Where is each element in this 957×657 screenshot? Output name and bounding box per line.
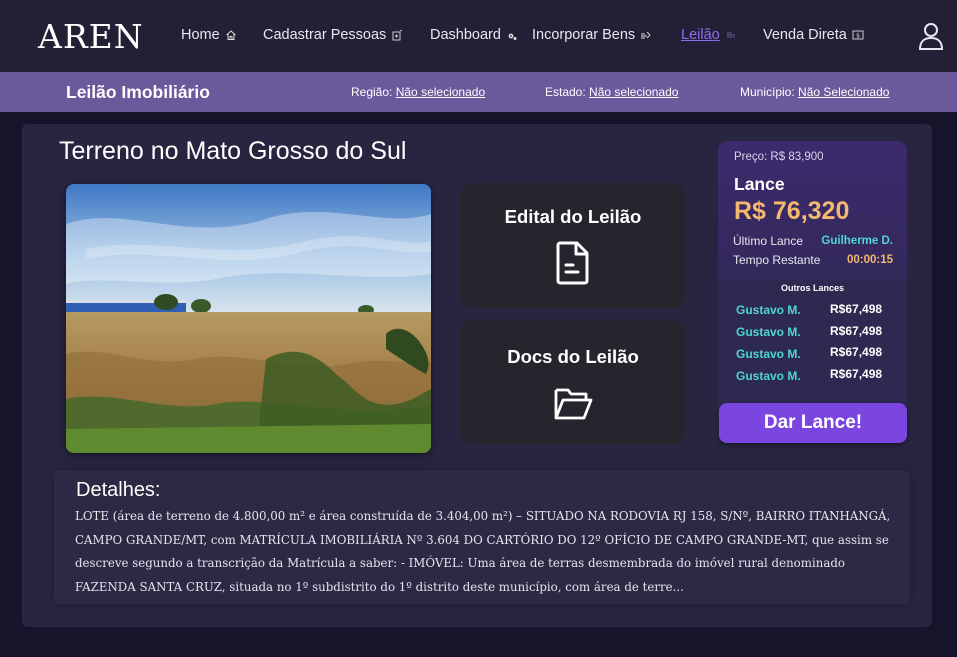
filter-regiao[interactable]: Região: Não selecionado — [351, 85, 485, 99]
nav-leilao-label: Leilão — [681, 27, 720, 43]
gavel-icon — [725, 29, 737, 41]
time-remaining-value: 00:00:15 — [846, 254, 893, 266]
nav-incorporar-bens-label: Incorporar Bens — [532, 27, 636, 43]
filter-regiao-label: Região: — [351, 85, 393, 99]
other-bid-value: R$67,498 — [830, 367, 883, 381]
last-bidder-name: Guilherme D. — [821, 235, 893, 247]
filter-municipio-value[interactable]: Não Selecionado — [798, 85, 889, 99]
edital-leilao-button[interactable]: Edital do Leilão — [460, 183, 686, 308]
last-bid-label: Último Lance — [733, 234, 804, 248]
bid-current-amount: R$ 76,320 — [734, 197, 850, 225]
svg-text:$: $ — [856, 32, 860, 39]
document-icon — [556, 241, 590, 290]
hand-coin-icon — [640, 29, 652, 41]
aren-logo[interactable]: AREN — [38, 17, 144, 56]
top-navbar: AREN Home Cadastrar Pessoas Dashboard In… — [0, 0, 957, 72]
bid-price: Preço: R$ 83,900 — [734, 151, 824, 163]
dollar-box-icon: $ — [852, 29, 864, 41]
other-bid-value: R$67,498 — [830, 324, 883, 338]
filter-estado-value[interactable]: Não selecionado — [589, 85, 678, 99]
details-section: Detalhes: LOTE (área de terreno de 4.800… — [54, 470, 910, 604]
property-title: Terreno no Mato Grosso do Sul — [59, 137, 407, 165]
other-bid-name: Gustavo M. — [736, 303, 801, 317]
property-photo[interactable] — [66, 184, 431, 453]
time-remaining-label: Tempo Restante — [733, 253, 821, 267]
user-icon[interactable] — [918, 22, 944, 50]
docs-leilao-button[interactable]: Docs do Leilão — [460, 320, 686, 444]
filter-estado-label: Estado: — [545, 85, 586, 99]
subnav-title: Leilão Imobiliário — [66, 82, 210, 102]
place-bid-button[interactable]: Dar Lance! — [719, 403, 907, 443]
filter-regiao-value[interactable]: Não selecionado — [396, 85, 485, 99]
other-bid-name: Gustavo M. — [736, 347, 801, 361]
other-bids-title: Outros Lances — [780, 283, 845, 293]
person-add-icon — [391, 29, 403, 41]
nav-venda-direta[interactable]: Venda Direta $ — [763, 27, 864, 43]
other-bid-name: Gustavo M. — [736, 369, 801, 383]
filter-municipio[interactable]: Município: Não Selecionado — [740, 85, 889, 99]
nav-incorporar-bens[interactable]: Incorporar Bens — [532, 27, 652, 43]
edital-leilao-label: Edital do Leilão — [504, 206, 642, 227]
nav-venda-direta-label: Venda Direta — [763, 27, 847, 43]
nav-home[interactable]: Home — [181, 27, 237, 43]
nav-home-label: Home — [181, 27, 220, 43]
nav-cadastrar-pessoas[interactable]: Cadastrar Pessoas — [263, 27, 403, 43]
filter-municipio-label: Município: — [740, 85, 795, 99]
other-bid-value: R$67,498 — [830, 302, 883, 316]
details-text: LOTE (área de terreno de 4.800,00 m² e á… — [75, 509, 891, 594]
gears-icon — [506, 29, 518, 41]
nav-dashboard-label: Dashboard — [430, 27, 501, 43]
home-icon — [225, 29, 237, 41]
folder-icon — [553, 382, 593, 427]
filter-estado[interactable]: Estado: Não selecionado — [545, 85, 678, 99]
nav-cadastrar-pessoas-label: Cadastrar Pessoas — [263, 27, 387, 43]
sub-navbar: Leilão Imobiliário Região: Não seleciona… — [0, 72, 957, 112]
nav-dashboard[interactable]: Dashboard — [430, 27, 518, 43]
bid-lance-label: Lance — [734, 174, 785, 194]
nav-leilao[interactable]: Leilão — [681, 27, 737, 43]
details-title: Detalhes: — [76, 479, 161, 501]
other-bid-value: R$67,498 — [830, 345, 883, 359]
docs-leilao-label: Docs do Leilão — [507, 346, 639, 367]
bid-panel: Preço: R$ 83,900 Lance R$ 76,320 Último … — [718, 141, 907, 443]
other-bid-name: Gustavo M. — [736, 325, 801, 339]
